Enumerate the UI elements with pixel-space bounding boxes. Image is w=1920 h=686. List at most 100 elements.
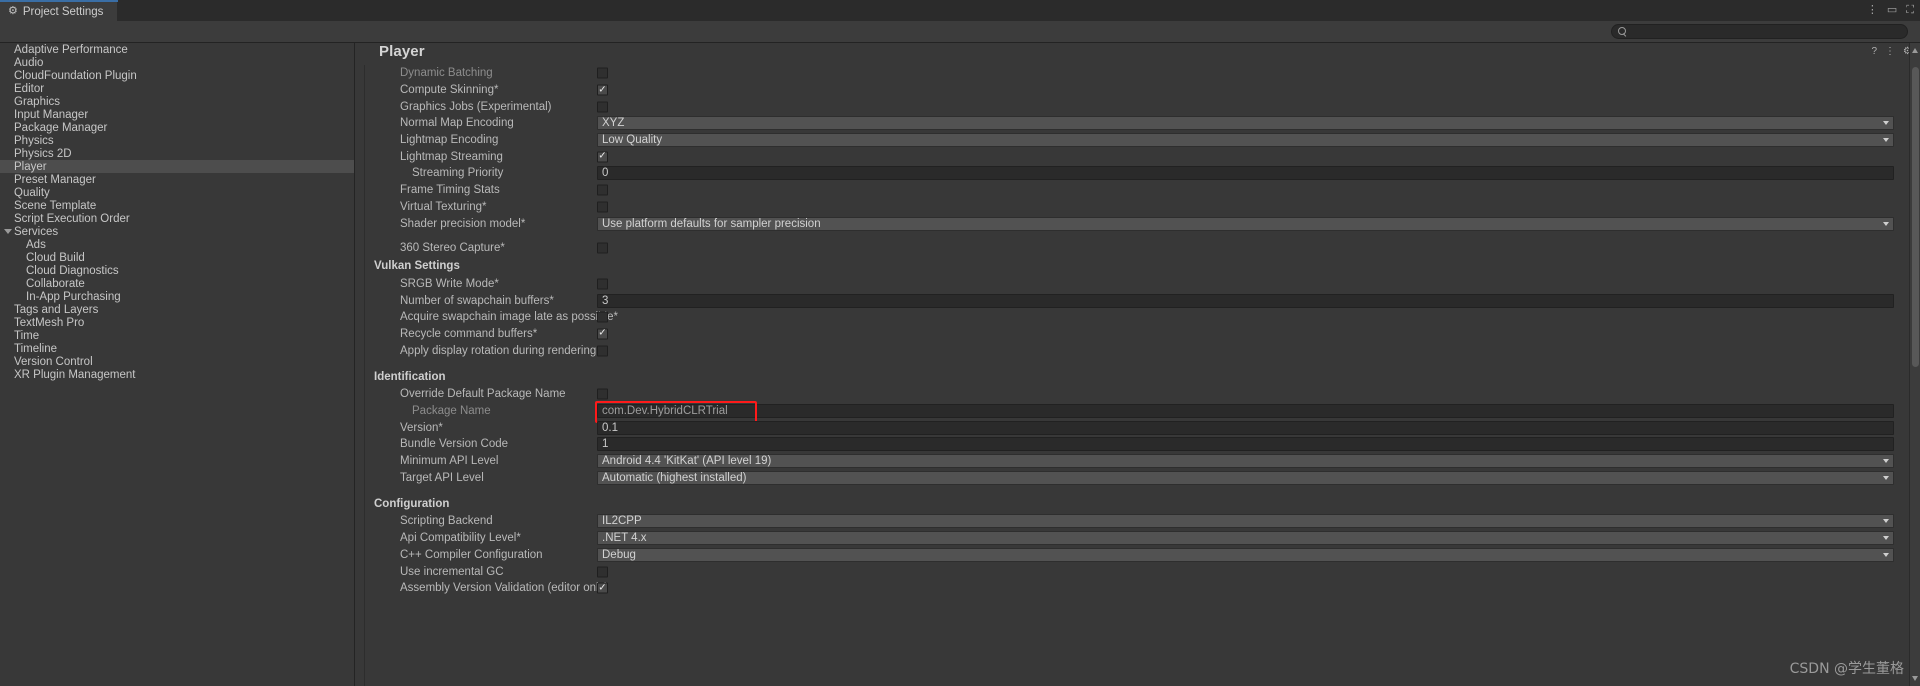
sidebar-item-label: Audio — [14, 56, 44, 69]
sidebar-item-ads[interactable]: Ads — [0, 238, 354, 251]
setting-label: C++ Compiler Configuration — [400, 548, 543, 561]
setting-label: Package Name — [412, 405, 491, 418]
sidebar-item-time[interactable]: Time — [0, 329, 354, 342]
search-box[interactable] — [1611, 24, 1908, 39]
chevron-down-icon[interactable] — [1883, 221, 1889, 226]
checkbox-dynamic-batching[interactable] — [597, 67, 608, 79]
setting-label: Api Compatibility Level* — [400, 532, 521, 545]
chevron-down-icon[interactable] — [1883, 475, 1889, 480]
sidebar-item-version-control[interactable]: Version Control — [0, 355, 354, 368]
setting-field: com.Dev.HybridCLRTrial — [595, 401, 1894, 424]
dropdown-value: .NET 4.x — [602, 532, 647, 545]
dropdown-scripting-backend[interactable]: IL2CPP — [597, 514, 1894, 529]
sidebar-item-label: Graphics — [14, 95, 61, 108]
sidebar-item-timeline[interactable]: Timeline — [0, 342, 354, 355]
checkbox-assembly-version-validation-editor-only[interactable] — [597, 582, 608, 594]
checkbox-override-default-package-name[interactable] — [597, 388, 608, 400]
chevron-down-icon[interactable] — [4, 229, 12, 234]
context-menu-icon[interactable]: ⋮ — [1885, 46, 1895, 58]
sidebar-item-scene-template[interactable]: Scene Template — [0, 199, 354, 212]
sidebar-item-in-app-purchasing[interactable]: In-App Purchasing — [0, 290, 354, 303]
maximize-icon[interactable]: ⛶ — [1906, 3, 1914, 17]
scroll-up-arrow-icon[interactable] — [1912, 48, 1918, 53]
setting-row-streaming-priority: Streaming Priority 0 — [366, 165, 1911, 182]
checkbox-lightmap-streaming[interactable] — [597, 151, 608, 163]
search-input[interactable] — [1627, 25, 1907, 38]
setting-row-override-default-package-name: Override Default Package Name — [366, 386, 1911, 403]
setting-row-dynamic-batching: Dynamic Batching — [366, 65, 1911, 82]
sidebar-item-cloud-build[interactable]: Cloud Build — [0, 251, 354, 264]
checkbox-use-incremental-gc[interactable] — [597, 566, 608, 578]
dropdown-normal-map-encoding[interactable]: XYZ — [597, 116, 1894, 131]
input-number-of-swapchain-buffers[interactable]: 3 — [597, 293, 1894, 308]
checkbox-360-stereo-capture[interactable] — [597, 242, 608, 254]
sidebar-item-tags-and-layers[interactable]: Tags and Layers — [0, 303, 354, 316]
setting-row-shader-precision-model: Shader precision model* Use platform defa… — [366, 215, 1911, 232]
page-title: Player — [379, 43, 425, 60]
dropdown-value: Debug — [602, 548, 636, 561]
dropdown-target-api-level[interactable]: Automatic (highest installed) — [597, 470, 1894, 485]
input-bundle-version-code[interactable]: 1 — [597, 437, 1894, 452]
chevron-down-icon[interactable] — [1883, 121, 1889, 126]
sidebar-item-input-manager[interactable]: Input Manager — [0, 108, 354, 121]
sidebar-item-cloud-diagnostics[interactable]: Cloud Diagnostics — [0, 264, 354, 277]
setting-row-target-api-level: Target API Level Automatic (highest insta… — [366, 469, 1911, 486]
setting-row-srgb-write-mode: SRGB Write Mode* — [366, 276, 1911, 293]
help-icon[interactable]: ? — [1871, 46, 1877, 58]
scroll-down-arrow-icon[interactable] — [1912, 676, 1918, 681]
sidebar-item-audio[interactable]: Audio — [0, 56, 354, 69]
chevron-down-icon[interactable] — [1883, 536, 1889, 541]
minimize-icon[interactable]: ▭ — [1887, 3, 1897, 17]
dropdown-minimum-api-level[interactable]: Android 4.4 'KitKat' (API level 19) — [597, 454, 1894, 469]
checkbox-recycle-command-buffers[interactable] — [597, 328, 608, 340]
sidebar-item-physics[interactable]: Physics — [0, 134, 354, 147]
sidebar-item-editor[interactable]: Editor — [0, 82, 354, 95]
vertical-scrollbar[interactable] — [1909, 43, 1920, 686]
sidebar-item-player[interactable]: Player — [0, 160, 354, 173]
chevron-down-icon[interactable] — [1883, 138, 1889, 143]
chevron-down-icon[interactable] — [1883, 552, 1889, 557]
setting-row-assembly-version-validation-editor-only: Assembly Version Validation (editor only… — [366, 580, 1911, 597]
setting-label: Scripting Backend — [400, 515, 493, 528]
input-package-name[interactable]: com.Dev.HybridCLRTrial — [597, 404, 1894, 419]
input-streaming-priority[interactable]: 0 — [597, 166, 1894, 181]
settings-category-sidebar[interactable]: Adaptive Performance Audio CloudFoundation… — [0, 43, 355, 686]
setting-label: Frame Timing Stats — [400, 184, 500, 197]
section-header-configuration: Configuration — [366, 494, 1911, 513]
setting-row-frame-timing-stats: Frame Timing Stats — [366, 182, 1911, 199]
sidebar-item-package-manager[interactable]: Package Manager — [0, 121, 354, 134]
input-version[interactable]: 0.1 — [597, 420, 1894, 435]
setting-field — [597, 388, 608, 400]
chevron-down-icon[interactable] — [1883, 459, 1889, 464]
dropdown-api-compatibility-level[interactable]: .NET 4.x — [597, 531, 1894, 546]
sidebar-item-label: Physics — [14, 134, 54, 147]
checkbox-srgb-write-mode[interactable] — [597, 278, 608, 290]
sidebar-item-preset-manager[interactable]: Preset Manager — [0, 173, 354, 186]
sidebar-item-adaptive-performance[interactable]: Adaptive Performance — [0, 43, 354, 56]
sidebar-item-physics-2d[interactable]: Physics 2D — [0, 147, 354, 160]
sidebar-item-quality[interactable]: Quality — [0, 186, 354, 199]
tab-project-settings[interactable]: ⚙ Project Settings — [0, 2, 118, 21]
checkbox-virtual-texturing[interactable] — [597, 201, 608, 213]
sidebar-item-graphics[interactable]: Graphics — [0, 95, 354, 108]
setting-field: Android 4.4 'KitKat' (API level 19) — [597, 454, 1894, 469]
sidebar-item-cloudfoundation-plugin[interactable]: CloudFoundation Plugin — [0, 69, 354, 82]
checkbox-compute-skinning[interactable] — [597, 84, 608, 96]
dropdown-shader-precision-model[interactable]: Use platform defaults for sampler precis… — [597, 216, 1894, 231]
checkbox-apply-display-rotation-during-rendering[interactable] — [597, 345, 608, 357]
setting-field — [597, 101, 608, 113]
sidebar-item-services[interactable]: Services — [0, 225, 354, 238]
sidebar-item-script-execution-order[interactable]: Script Execution Order — [0, 212, 354, 225]
overflow-menu-icon[interactable]: ⋮ — [1867, 3, 1878, 17]
chevron-down-icon[interactable] — [1883, 519, 1889, 524]
sidebar-item-xr-plugin-management[interactable]: XR Plugin Management — [0, 368, 354, 381]
tab-label: Project Settings — [22, 5, 104, 18]
scrollbar-thumb[interactable] — [1912, 67, 1919, 367]
sidebar-item-textmesh-pro[interactable]: TextMesh Pro — [0, 316, 354, 329]
sidebar-item-collaborate[interactable]: Collaborate — [0, 277, 354, 290]
checkbox-frame-timing-stats[interactable] — [597, 184, 608, 196]
dropdown-lightmap-encoding[interactable]: Low Quality — [597, 133, 1894, 148]
checkbox-acquire-swapchain-image-late-as-possible[interactable] — [597, 311, 608, 323]
checkbox-graphics-jobs-experimental[interactable] — [597, 101, 608, 113]
dropdown-c-compiler-configuration[interactable]: Debug — [597, 547, 1894, 562]
